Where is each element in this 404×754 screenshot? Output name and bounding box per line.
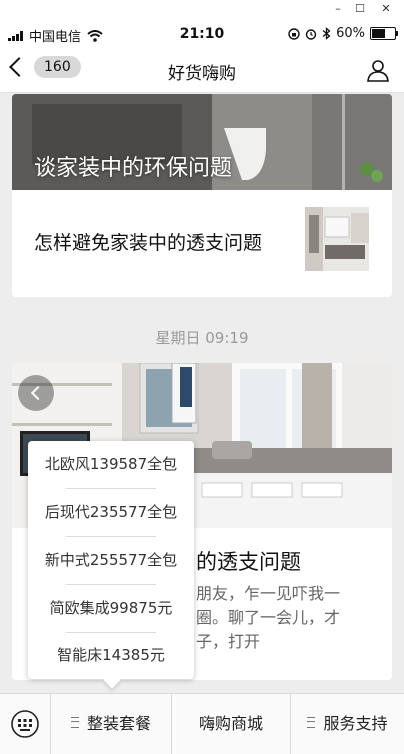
submenu-item[interactable]: 智能床14385元: [28, 632, 194, 679]
chevron-left-icon: [30, 385, 46, 401]
navigation-bar: 160 好货嗨购: [0, 48, 404, 93]
close-button[interactable]: ✕: [366, 0, 404, 18]
profile-icon[interactable]: [366, 58, 390, 82]
message-timestamp: 星期日 09:19: [155, 329, 249, 347]
submenu-item[interactable]: 新中式255577全包: [28, 537, 194, 584]
alarm-icon: [305, 28, 317, 40]
menu-label: 整装套餐: [86, 714, 151, 733]
menu-support[interactable]: 服务支持: [291, 694, 404, 754]
excerpt-line: 子，打开: [196, 632, 261, 651]
battery-icon: [370, 27, 398, 40]
battery-percent: 60%: [336, 26, 365, 41]
menu-mall[interactable]: 嗨购商城: [172, 694, 291, 754]
hero-prev-arrow[interactable]: [18, 375, 54, 411]
status-bar: 中国电信 21:10 60%: [0, 18, 404, 48]
excerpt-line: 朋友，乍一见吓我一: [196, 584, 341, 603]
article-excerpt: 朋友，乍一见吓我一 圈。聊了一会儿，才 子，打开: [196, 582, 340, 654]
keyboard-icon: [11, 710, 39, 738]
article-thumbnail: [305, 207, 369, 271]
submenu-item[interactable]: 北欧风139587全包: [28, 441, 194, 488]
excerpt-line: 圈。聊了一会儿，才: [196, 608, 341, 627]
article-title: 怎样避免家装中的透支问题: [34, 232, 263, 254]
submenu-item[interactable]: 简欧集成99875元: [28, 585, 194, 632]
window-titlebar: – ☐ ✕: [0, 0, 404, 18]
battery-fill: [372, 29, 386, 38]
rotation-lock-icon: [288, 27, 300, 40]
menu-lines-icon: [307, 717, 316, 728]
hero-title: 谈家装中的环保问题: [34, 156, 233, 181]
menu-package[interactable]: 整装套餐: [51, 694, 172, 754]
article-card[interactable]: 谈家装中的环保问题 怎样避免家装中的透支问题: [12, 94, 392, 297]
menu-label: 嗨购商城: [198, 714, 263, 733]
article-hero-image[interactable]: 谈家装中的环保问题: [12, 94, 392, 190]
menu-label: 服务支持: [323, 714, 388, 733]
bottom-menu-bar: 整装套餐 嗨购商城 服务支持: [0, 693, 404, 754]
page-title: 好货嗨购: [168, 64, 236, 84]
bluetooth-icon: [322, 27, 331, 40]
article-headline: 的透支问题: [196, 550, 301, 574]
keyboard-toggle-button[interactable]: [0, 694, 51, 754]
submenu-item[interactable]: 后现代235577全包: [28, 489, 194, 536]
submenu-popup: 北欧风139587全包 后现代235577全包 新中式255577全包 简欧集成…: [28, 441, 194, 679]
menu-lines-icon: [70, 717, 79, 728]
